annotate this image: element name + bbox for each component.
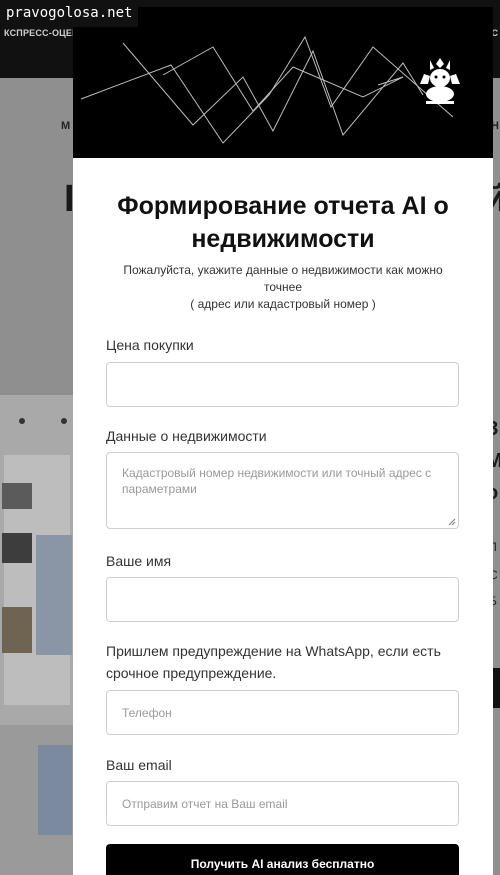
property-label: Данные о недвижимости — [106, 428, 267, 444]
email-label: Ваш email — [106, 757, 172, 773]
price-input[interactable] — [106, 362, 459, 407]
property-placeholder: Кадастровый номер недвижимости или точны… — [122, 466, 432, 496]
modal-subtitle: Пожалуйста, укажите данные о недвижимост… — [103, 262, 463, 313]
name-label: Ваше имя — [106, 553, 172, 569]
resize-handle-icon[interactable] — [448, 518, 456, 526]
email-input[interactable]: Отправим отчет на Ваш email — [106, 781, 459, 826]
property-textarea[interactable]: Кадастровый номер недвижимости или точны… — [106, 452, 459, 529]
watermark: pravogolosa.net — [0, 0, 139, 27]
subtitle-line-1: Пожалуйста, укажите данные о недвижимост… — [123, 263, 443, 294]
submit-button[interactable]: Получить AI анализ бесплатно — [106, 844, 459, 875]
modal-header — [73, 7, 493, 158]
spider-bull-logo-icon — [420, 58, 460, 104]
background-report-image — [0, 725, 74, 875]
price-label: Цена покупки — [106, 337, 194, 353]
whatsapp-label: Пришлем предупреждение на WhatsApp, если… — [106, 643, 441, 681]
phone-input[interactable]: Телефон — [106, 690, 459, 735]
background-menu-left: М — [61, 120, 71, 132]
modal-title: Формирование отчета AI о недвижимости — [117, 192, 449, 253]
ai-report-modal: Формирование отчета AI о недвижимости По… — [73, 7, 493, 875]
name-input[interactable] — [106, 577, 459, 622]
subtitle-line-2: ( адрес или кадастровый номер ) — [190, 297, 376, 311]
background-dashboard-image — [0, 395, 74, 725]
